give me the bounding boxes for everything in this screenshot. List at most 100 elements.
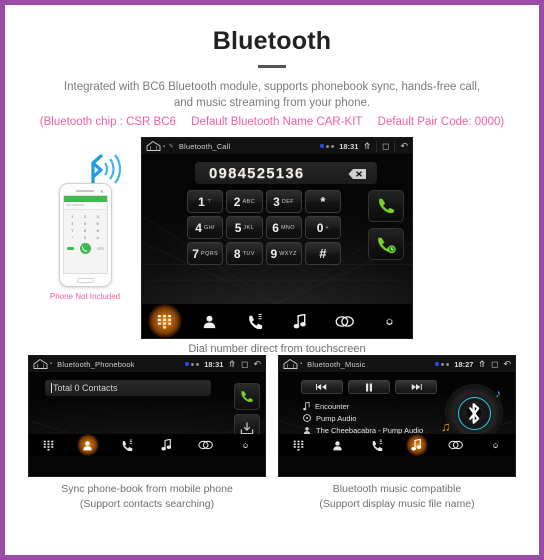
call-button[interactable] (368, 190, 404, 222)
key-digit: 9 (270, 246, 278, 261)
bottom-nav-bar[interactable] (279, 434, 515, 456)
spec-bluetooth-chip: (Bluetooth chip : CSR BC6 (39, 116, 176, 128)
spec-pair-code: Default Pair Code: 0000) (377, 116, 505, 128)
bluetooth-status-dot (185, 362, 190, 366)
dial-keypad[interactable]: 1 ⚚ 2 ABC 3 DEF * 4 GHI 5 JKL 6 MNO 0 + … (187, 190, 341, 265)
nav-music[interactable] (277, 304, 322, 338)
phone-key: # (96, 235, 99, 240)
chevron-up-icon[interactable]: ⤊ (478, 359, 486, 369)
gps-status-dot (441, 362, 445, 366)
bluetooth-call-screen: ▪ ✎ Bluetooth_Call 18:31 ⤊ ◻ ↶ 098452513… (141, 137, 413, 339)
key-digit: 2 (233, 194, 241, 209)
phone-speaker (76, 190, 103, 193)
key-hash[interactable]: # (304, 242, 341, 265)
home-icon[interactable] (146, 140, 161, 152)
nav-call-history[interactable] (108, 434, 147, 456)
key-9[interactable]: 9 WXYZ (265, 242, 302, 265)
nav-call-history[interactable] (358, 434, 397, 456)
chevron-up-icon[interactable]: ⤊ (363, 141, 371, 151)
key-3[interactable]: 3 DEF (265, 190, 302, 213)
note-icon-blue: ♪ (495, 388, 502, 400)
home-icon[interactable] (33, 358, 48, 370)
nav-call-history[interactable] (232, 304, 277, 338)
back-icon[interactable]: ↶ (253, 359, 261, 369)
status-right: 18:31 ⤊ ◻ ↶ (320, 140, 408, 152)
key-8[interactable]: 8 TUV (226, 242, 263, 265)
chevron-up-icon[interactable]: ⤊ (228, 359, 236, 369)
phone-key: 3 (96, 214, 99, 219)
key-6[interactable]: 6 MNO (265, 216, 302, 239)
nav-contacts[interactable] (318, 434, 357, 456)
clock: 18:31 (339, 141, 359, 151)
previous-track-button[interactable] (301, 380, 343, 394)
phone-action-left (66, 247, 74, 250)
page-frame: Bluetooth Integrated with BC6 Bluetooth … (0, 0, 544, 560)
nav-settings[interactable] (226, 434, 265, 456)
phone-keypad: 1 2 3 4 5 6 7 8 9 * 0 # (64, 210, 107, 242)
phone-camera (100, 190, 103, 193)
nav-keypad[interactable] (279, 434, 318, 456)
music-transport-controls[interactable] (301, 380, 437, 394)
back-icon[interactable]: ↶ (400, 141, 408, 151)
backspace-icon[interactable] (348, 167, 367, 179)
phone-number-display[interactable]: 0984525136 (195, 162, 377, 184)
track-title-row: Encounter (303, 400, 433, 412)
bottom-nav-bar[interactable] (29, 434, 265, 456)
nav-settings[interactable] (476, 434, 515, 456)
bottom-nav-bar[interactable] (142, 304, 412, 338)
main-area: 089-0000000 1 2 3 4 5 6 7 8 9 * 0 # Phon… (5, 137, 539, 355)
recent-apps-icon[interactable]: ◻ (241, 359, 248, 369)
next-track-button[interactable] (395, 380, 437, 394)
call-button[interactable] (234, 383, 260, 410)
bluetooth-music-screen: ▪ Bluetooth_Music 18:27 ⤊ ◻ ↶ Encounter … (278, 355, 516, 477)
key-4[interactable]: 4 GHI (187, 216, 224, 239)
nav-pair-link[interactable] (436, 434, 475, 456)
status-indicator-dots (320, 144, 335, 148)
nav-settings[interactable] (367, 304, 412, 338)
call-buttons (368, 190, 404, 260)
nav-pair-link[interactable] (322, 304, 367, 338)
recent-apps-icon[interactable]: ◻ (382, 141, 389, 151)
music-caption-line1: Bluetooth music compatible (332, 483, 462, 495)
nav-contacts[interactable] (187, 304, 232, 338)
key-2[interactable]: 2 ABC (226, 190, 263, 213)
call-history-button[interactable] (368, 228, 404, 260)
key-digit: 1 (198, 194, 205, 209)
nav-keypad[interactable] (142, 304, 187, 338)
key-7[interactable]: 7 PQRS (187, 242, 224, 265)
recent-apps-icon[interactable]: ◻ (491, 359, 498, 369)
back-icon[interactable]: ↶ (503, 359, 511, 369)
status-glyphs: ▪ (50, 361, 54, 367)
key-letters: PQRS (200, 250, 219, 257)
nav-pair-link[interactable] (186, 434, 225, 456)
key-1[interactable]: 1 ⚚ (187, 190, 224, 213)
nav-keypad[interactable] (29, 434, 68, 456)
page-header: Bluetooth Integrated with BC6 Bluetooth … (5, 5, 539, 128)
phone-action-row (64, 242, 107, 254)
phone-key: 9 (96, 228, 99, 233)
phone-key: 2 (83, 214, 87, 219)
bluetooth-status-dot (320, 144, 325, 148)
status-divider (375, 140, 377, 152)
bluetooth-phonebook-screen: ▪ Bluetooth_Phonebook 18:31 ⤊ ◻ ↶ Total … (28, 355, 266, 477)
status-indicator-dots (435, 362, 450, 366)
gps-status-dot (326, 144, 330, 148)
contacts-search-input[interactable]: Total 0 Contacts (45, 380, 211, 396)
nav-music[interactable] (397, 434, 436, 456)
key-0[interactable]: 0 + (304, 216, 341, 239)
nav-contacts[interactable] (68, 434, 107, 456)
phone-key: 7 (71, 228, 74, 233)
key-5[interactable]: 5 JKL (226, 216, 263, 239)
signal-status-dot (196, 362, 200, 366)
status-indicator-dots (185, 362, 200, 366)
smartphone-body: 089-0000000 1 2 3 4 5 6 7 8 9 * 0 # (58, 183, 112, 287)
key-digit: * (320, 194, 326, 209)
spec-line: (Bluetooth chip : CSR BC6 Default Blueto… (5, 116, 539, 128)
key-letters: JKL (243, 224, 255, 231)
home-icon[interactable] (283, 358, 298, 370)
pause-button[interactable] (348, 380, 390, 394)
key-letters: DEF (281, 198, 295, 205)
nav-music[interactable] (147, 434, 186, 456)
album-row: Pump Audio (303, 412, 433, 424)
key-star[interactable]: * (304, 190, 341, 213)
